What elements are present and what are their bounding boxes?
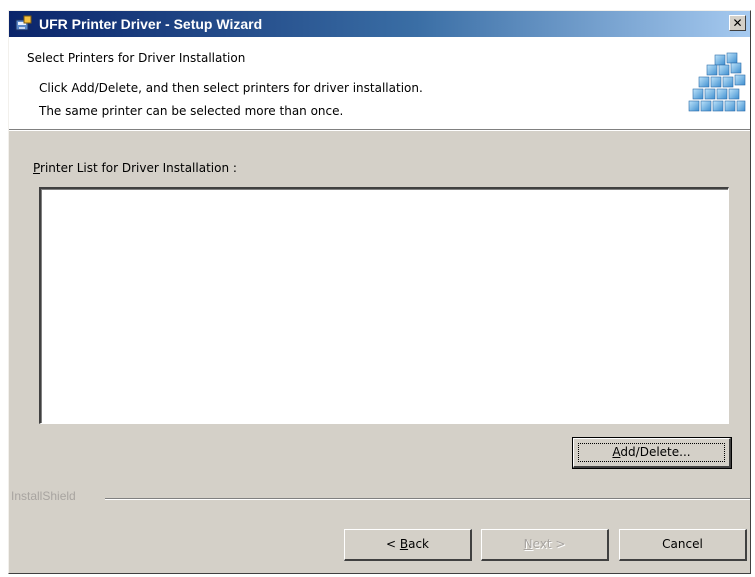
- back-text: ack: [408, 537, 429, 551]
- header-title: Select Printers for Driver Installation: [27, 51, 246, 65]
- printer-list-label: Printer List for Driver Installation :: [33, 161, 237, 175]
- next-text: ext >: [532, 537, 566, 551]
- printer-stack-icon: [688, 52, 746, 112]
- header-separator: [9, 130, 750, 131]
- back-prefix: <: [385, 537, 400, 551]
- setup-wizard-window: UFR Printer Driver - Setup Wizard ✕ Sele…: [8, 10, 751, 574]
- close-button[interactable]: ✕: [729, 15, 746, 31]
- wizard-header-panel: Select Printers for Driver Installation …: [9, 37, 750, 130]
- next-mnemonic: N: [523, 537, 533, 551]
- back-button[interactable]: < Back: [344, 529, 472, 561]
- back-mnemonic: B: [399, 537, 409, 551]
- header-instruction-1: Click Add/Delete, and then select printe…: [39, 81, 423, 95]
- window-title: UFR Printer Driver - Setup Wizard: [39, 16, 263, 32]
- printer-list-label-text: rinter List for Driver Installation :: [40, 161, 237, 175]
- cancel-label: Cancel: [662, 537, 703, 551]
- cancel-button[interactable]: Cancel: [619, 529, 747, 561]
- title-bar[interactable]: UFR Printer Driver - Setup Wizard ✕: [9, 11, 750, 37]
- next-label: Next >: [524, 530, 566, 558]
- focus-rectangle: [578, 443, 725, 462]
- installshield-brand: InstallShield: [11, 489, 76, 503]
- footer-divider: [105, 498, 750, 500]
- printer-list-box[interactable]: [39, 187, 729, 424]
- header-instruction-2: The same printer can be selected more th…: [39, 104, 344, 118]
- back-label: < Back: [386, 530, 429, 558]
- next-button[interactable]: Next >: [481, 529, 609, 561]
- close-icon: ✕: [732, 16, 743, 30]
- setup-app-icon: [15, 15, 32, 31]
- printer-list-label-mnemonic: P: [33, 161, 41, 175]
- add-delete-button[interactable]: Add/Delete...: [572, 437, 732, 469]
